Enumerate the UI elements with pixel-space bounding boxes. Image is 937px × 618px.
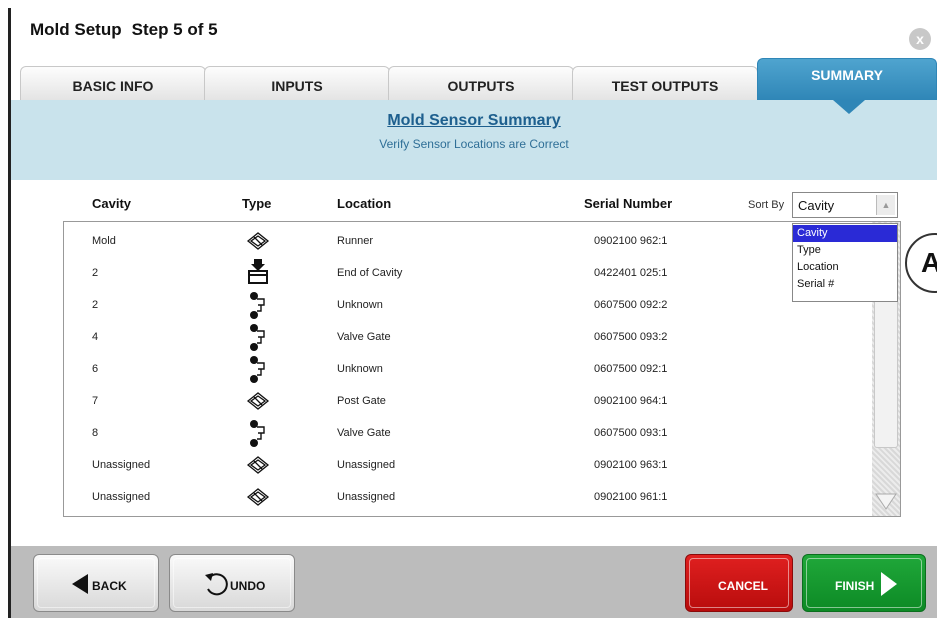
cancel-button[interactable]: CANCEL <box>685 554 793 612</box>
cell-cavity: 7 <box>92 395 99 407</box>
pin-sensor-icon <box>238 353 278 385</box>
cell-cavity: 2 <box>92 267 99 279</box>
cell-location: Unassigned <box>337 459 396 471</box>
tab-basic-info[interactable]: BASIC INFO <box>20 66 206 100</box>
finish-label: FINISH <box>835 579 875 593</box>
diamond-sensor-icon <box>238 481 278 513</box>
sort-option-serial[interactable]: Serial # <box>793 276 897 293</box>
cancel-label: CANCEL <box>718 579 768 593</box>
tab-outputs[interactable]: OUTPUTS <box>388 66 574 100</box>
page-title: Mold Setup Step 5 of 5 <box>30 20 218 40</box>
diamond-sensor-icon <box>238 385 278 417</box>
table-row[interactable]: Mold Runner 0902100 962:1 <box>64 225 872 257</box>
cell-location: Runner <box>337 235 374 247</box>
cell-cavity: Mold <box>92 235 116 247</box>
cell-serial: 0607500 092:2 <box>594 299 668 311</box>
sort-by-select[interactable]: Cavity ▲ <box>792 192 898 218</box>
tab-bar: BASIC INFO INPUTS OUTPUTS TEST OUTPUTS S… <box>20 58 937 100</box>
sensor-table: Mold Runner 0902100 962:1 2 End of Cavity 042… <box>63 221 901 517</box>
tab-inputs[interactable]: INPUTS <box>204 66 390 100</box>
table-row[interactable]: 4 Valve Gate 0607500 093:2 <box>64 321 872 353</box>
finish-arrow-icon <box>881 572 897 596</box>
back-label: BACK <box>92 579 127 593</box>
cell-cavity: 4 <box>92 331 99 343</box>
cell-serial: 0607500 092:1 <box>594 363 668 375</box>
callout-label: A <box>921 247 937 278</box>
sort-option-type[interactable]: Type <box>793 242 897 259</box>
undo-button[interactable]: UNDO <box>169 554 295 612</box>
cell-location: Valve Gate <box>337 331 391 343</box>
scroll-down-arrow-icon[interactable] <box>874 490 898 512</box>
back-button[interactable]: BACK <box>33 554 159 612</box>
diamond-sensor-icon <box>238 449 278 481</box>
cell-cavity: Unassigned <box>92 459 151 471</box>
cell-serial: 0902100 963:1 <box>594 459 668 471</box>
column-header-cavity[interactable]: Cavity <box>92 196 131 211</box>
cell-serial: 0902100 964:1 <box>594 395 668 407</box>
banner-subtitle: Verify Sensor Locations are Correct <box>379 137 569 151</box>
sort-option-cavity[interactable]: Cavity <box>793 225 897 242</box>
cell-location: Post Gate <box>337 395 386 407</box>
cell-serial: 0607500 093:2 <box>594 331 668 343</box>
pin-sensor-icon <box>238 417 278 449</box>
undo-label: UNDO <box>230 579 266 593</box>
column-header-serial[interactable]: Serial Number <box>584 196 672 211</box>
sort-by-dropdown: Cavity Type Location Serial # <box>792 223 898 302</box>
table-row[interactable]: 6 Unknown 0607500 092:1 <box>64 353 872 385</box>
finish-button[interactable]: FINISH <box>802 554 926 612</box>
sort-option-location[interactable]: Location <box>793 259 897 276</box>
table-row[interactable]: 8 Valve Gate 0607500 093:1 <box>64 417 872 449</box>
cell-cavity: 6 <box>92 363 99 375</box>
cell-serial: 0422401 025:1 <box>594 267 668 279</box>
cell-location: Unknown <box>337 299 383 311</box>
cell-location: Unknown <box>337 363 383 375</box>
cavity-sensor-icon <box>238 257 278 289</box>
sort-by-value: Cavity <box>798 198 835 213</box>
step-indicator: Step 5 of 5 <box>131 20 218 39</box>
banner-title: Mold Sensor Summary <box>387 112 561 129</box>
tab-summary[interactable]: SUMMARY <box>757 58 937 100</box>
undo-icon <box>205 573 228 596</box>
tab-test-outputs[interactable]: TEST OUTPUTS <box>572 66 758 100</box>
summary-banner: Mold Sensor Summary Verify Sensor Locati… <box>11 100 937 180</box>
table-row[interactable]: Unassigned Unassigned 0902100 963:1 <box>64 449 872 481</box>
table-row[interactable]: 7 Post Gate 0902100 964:1 <box>64 385 872 417</box>
cell-location: Unassigned <box>337 491 396 503</box>
cell-location: End of Cavity <box>337 267 403 279</box>
column-header-type[interactable]: Type <box>242 196 271 211</box>
close-button[interactable]: x <box>909 28 931 50</box>
table-row[interactable]: Unassigned Unassigned 0902100 961:1 <box>64 481 872 513</box>
title-text: Mold Setup <box>30 20 122 39</box>
cell-cavity: 2 <box>92 299 99 311</box>
cell-serial: 0607500 093:1 <box>594 427 668 439</box>
cell-serial: 0902100 961:1 <box>594 491 668 503</box>
pin-sensor-icon <box>238 289 278 321</box>
table-row[interactable]: 2 End of Cavity 0422401 025:1 <box>64 257 872 289</box>
cell-serial: 0902100 962:1 <box>594 235 668 247</box>
active-tab-pointer <box>833 100 865 114</box>
cell-location: Valve Gate <box>337 427 391 439</box>
cell-cavity: Unassigned <box>92 491 151 503</box>
sort-by-label: Sort By <box>748 199 785 211</box>
callout-marker: A <box>905 233 937 293</box>
back-arrow-icon <box>72 574 88 594</box>
pin-sensor-icon <box>238 321 278 353</box>
table-row[interactable]: 2 Unknown 0607500 092:2 <box>64 289 872 321</box>
close-icon: x <box>916 31 924 47</box>
cell-cavity: 8 <box>92 427 99 439</box>
select-up-arrow-icon[interactable]: ▲ <box>876 195 895 215</box>
diamond-sensor-icon <box>238 225 278 257</box>
column-header-location[interactable]: Location <box>337 196 391 211</box>
